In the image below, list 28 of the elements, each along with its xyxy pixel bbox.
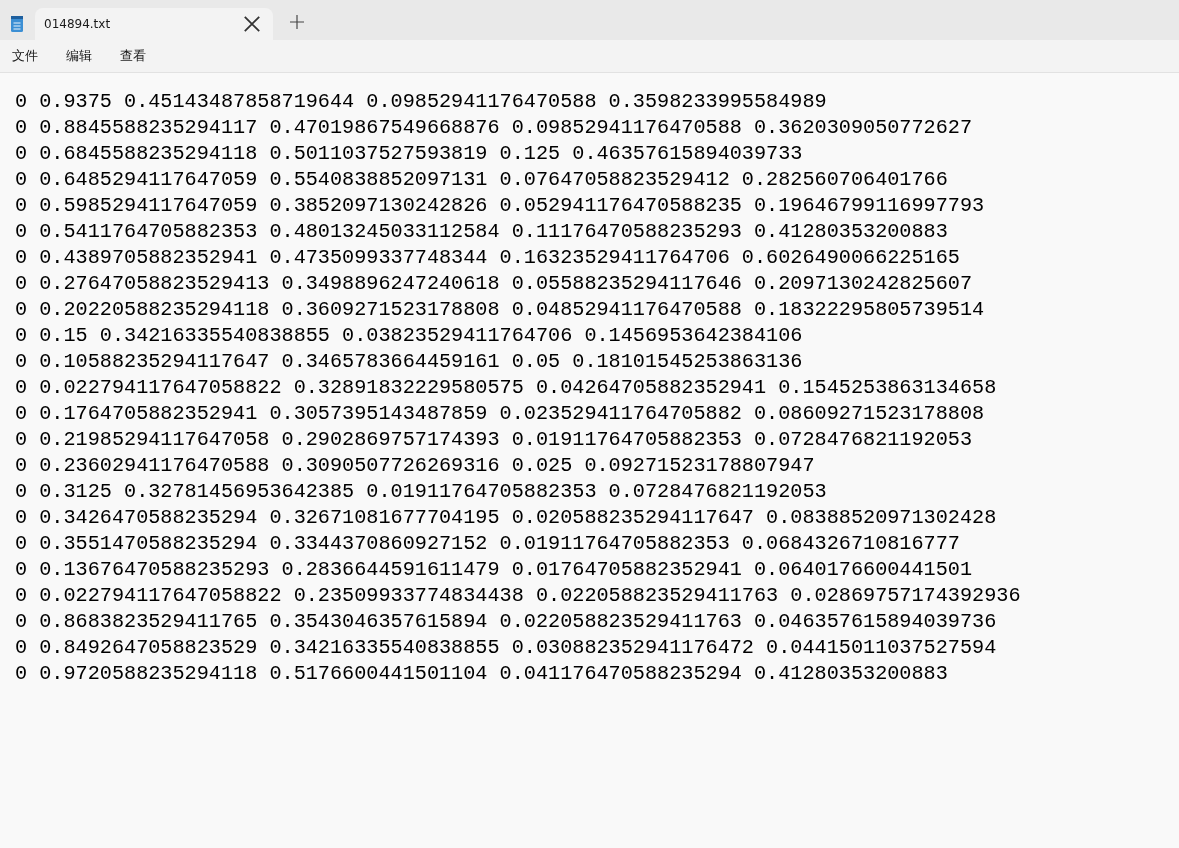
text-line: 0 0.9720588235294118 0.5176600441501104 0.041176470588235294 0.41280353200883 <box>15 661 948 687</box>
text-line: 0 0.8845588235294117 0.47019867549668876 0.09852941176470588 0.3620309050772627 <box>15 115 973 141</box>
text-line: 0 0.13676470588235293 0.2836644591611479 0.01764705882352941 0.0640176600441501 <box>15 557 973 583</box>
text-line: 0 0.10588235294117647 0.3465783664459161 0.05 0.18101545253863136 <box>15 349 803 375</box>
text-line: 0 0.3551470588235294 0.3344370860927152 0.01911764705882353 0.0684326710816777 <box>15 531 960 557</box>
text-line: 0 0.9375 0.45143487858719644 0.09852941176470588 0.3598233995584989 <box>15 89 827 115</box>
text-line: 0 0.1764705882352941 0.3057395143487859 0.023529411764705882 0.08609271523178808 <box>15 401 985 427</box>
menu-item[interactable]: 文件 <box>12 46 38 66</box>
text-line: 0 0.022794117647058822 0.23509933774834438 0.022058823529411763 0.02869757174392936 <box>15 583 1021 609</box>
text-line: 0 0.4389705882352941 0.4735099337748344 0.16323529411764706 0.6026490066225165 <box>15 245 960 271</box>
text-line: 0 0.8683823529411765 0.3543046357615894 0.022058823529411763 0.046357615894039736 <box>15 609 997 635</box>
menu-item[interactable]: 查看 <box>120 46 146 66</box>
file-tab[interactable]: 014894.txt <box>35 8 273 40</box>
text-line: 0 0.6485294117647059 0.5540838852097131 0.07647058823529412 0.282560706401766 <box>15 167 948 193</box>
text-line: 0 0.23602941176470588 0.3090507726269316 0.025 0.09271523178807947 <box>15 453 815 479</box>
text-line: 0 0.6845588235294118 0.5011037527593819 0.125 0.46357615894039733 <box>15 141 803 167</box>
text-line: 0 0.20220588235294118 0.3609271523178808 0.04852941176470588 0.18322295805739514 <box>15 297 985 323</box>
text-line: 0 0.21985294117647058 0.2902869757174393 0.01911764705882353 0.0728476821192053 <box>15 427 973 453</box>
text-line: 0 0.5985294117647059 0.3852097130242826 0.052941176470588235 0.19646799116997793 <box>15 193 985 219</box>
text-line: 0 0.27647058823529413 0.3498896247240618 0.05588235294117646 0.2097130242825607 <box>15 271 973 297</box>
text-line: 0 0.022794117647058822 0.32891832229580575 0.04264705882352941 0.1545253863134658 <box>15 375 997 401</box>
text-line: 0 0.8492647058823529 0.34216335540838855 0.030882352941176472 0.04415011037527594 <box>15 635 997 661</box>
text-line: 0 0.3426470588235294 0.32671081677704195 0.020588235294117647 0.08388520971302428 <box>15 505 997 531</box>
notepad-icon <box>10 15 24 33</box>
text-line: 0 0.3125 0.32781456953642385 0.01911764705882353 0.0728476821192053 <box>15 479 827 505</box>
text-line: 0 0.5411764705882353 0.48013245033112584 0.11176470588235293 0.41280353200883 <box>15 219 948 245</box>
text-line: 0 0.15 0.34216335540838855 0.03823529411764706 0.1456953642384106 <box>15 323 803 349</box>
menu-item[interactable]: 编辑 <box>66 46 92 66</box>
